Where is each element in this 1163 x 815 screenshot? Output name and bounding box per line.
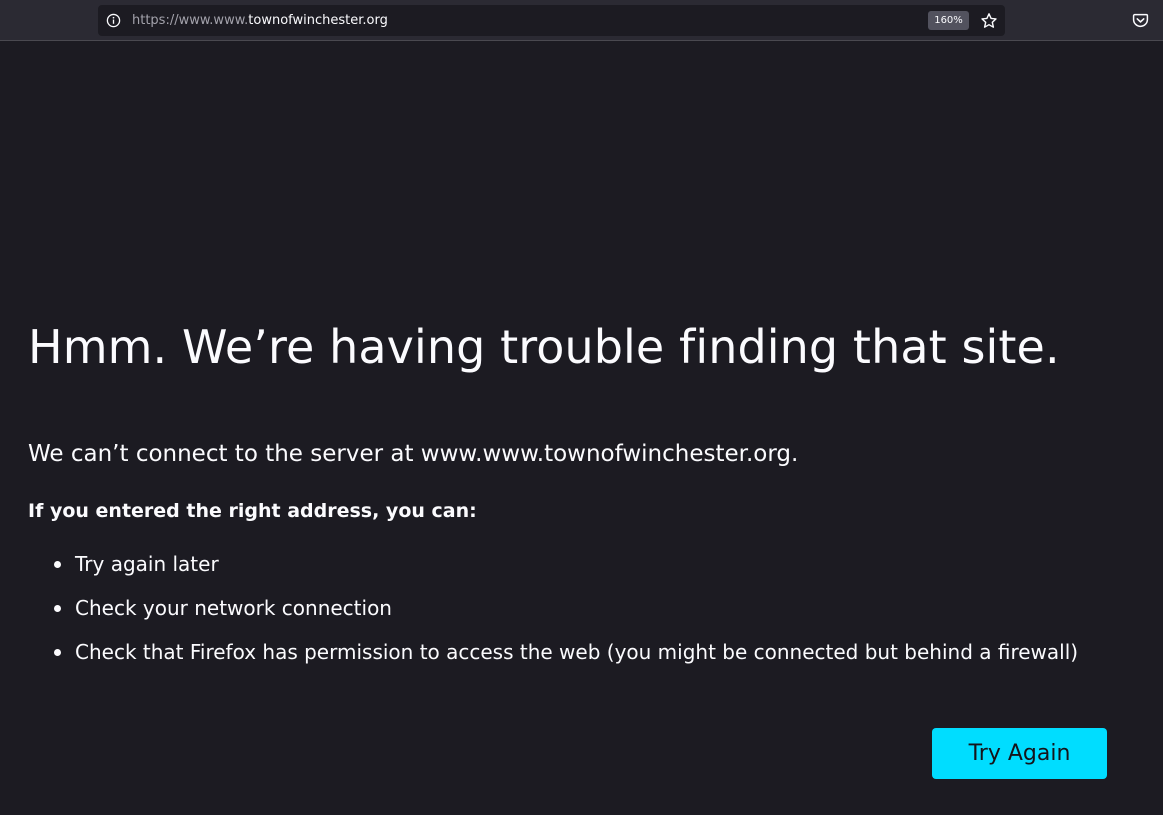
suggestion-text: Check that Firefox has permission to acc… xyxy=(75,640,1079,664)
bullet-icon xyxy=(54,649,61,656)
info-icon[interactable] xyxy=(106,13,121,28)
error-description: We can’t connect to the server at www.ww… xyxy=(28,441,799,467)
suggestion-item: Try again later xyxy=(54,550,1138,578)
zoom-level-badge[interactable]: 160% xyxy=(928,11,969,30)
suggestions-heading: If you entered the right address, you ca… xyxy=(28,500,477,522)
url-prefix: https://www.www. xyxy=(132,13,249,28)
bullet-icon xyxy=(54,561,61,568)
url-text[interactable]: https://www.www.townofwinchester.org xyxy=(132,12,388,29)
suggestion-text: Try again later xyxy=(75,552,219,576)
star-icon[interactable] xyxy=(980,12,998,30)
pocket-icon[interactable] xyxy=(1132,12,1149,29)
try-again-button[interactable]: Try Again xyxy=(932,728,1107,779)
browser-toolbar: https://www.www.townofwinchester.org 160… xyxy=(0,0,1163,41)
suggestion-text: Check your network connection xyxy=(75,596,392,620)
error-content: Hmm. We’re having trouble finding that s… xyxy=(28,316,1138,682)
suggestion-item: Check your network connection xyxy=(54,594,1138,622)
url-domain: townofwinchester.org xyxy=(248,13,388,28)
error-title: Hmm. We’re having trouble finding that s… xyxy=(28,320,1060,374)
bullet-icon xyxy=(54,605,61,612)
address-bar[interactable]: https://www.www.townofwinchester.org 160… xyxy=(98,5,1005,36)
suggestion-item: Check that Firefox has permission to acc… xyxy=(54,638,1138,666)
suggestions-list: Try again later Check your network conne… xyxy=(28,550,1138,666)
